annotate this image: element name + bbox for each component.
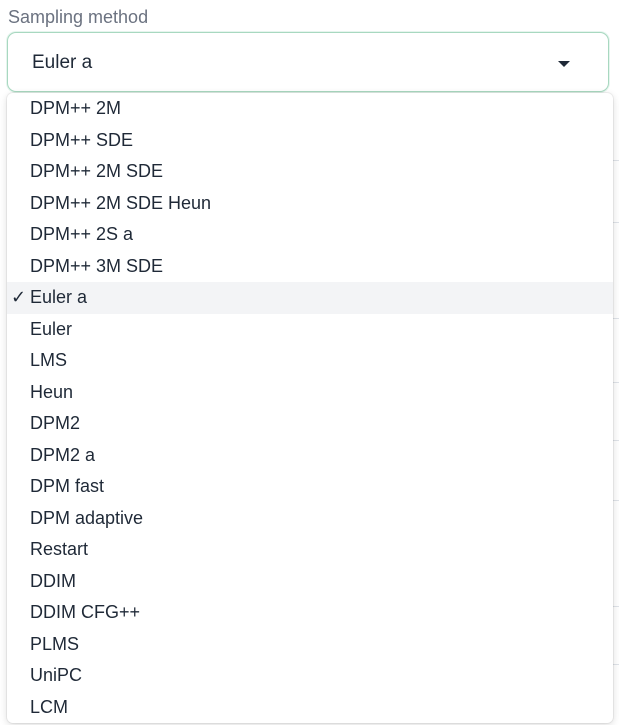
caret-down-icon[interactable]	[558, 61, 570, 67]
option-label: Euler	[30, 318, 73, 339]
selected-value: Euler a	[32, 52, 93, 73]
option-item[interactable]: DPM fast	[7, 471, 613, 503]
option-label: DPM++ 3M SDE	[30, 255, 164, 276]
option-label: LCM	[30, 696, 69, 717]
option-label: DPM2 a	[30, 444, 96, 465]
option-label: Heun	[30, 381, 74, 402]
option-item[interactable]: DPM adaptive	[7, 503, 613, 535]
sampler-settings-panel: Sampling method Euler a DPM++ 2M DPM++ SD…	[0, 0, 619, 725]
option-label: LMS	[30, 350, 68, 370]
sampling-method-dropdown[interactable]: DPM++ 2M DPM++ SDE DPM++ 2M SDE DPM++ 2M SD…	[7, 93, 613, 723]
option-item[interactable]: Restart	[7, 534, 613, 566]
option-label: DPM++ 2S a	[30, 224, 134, 244]
option-item[interactable]: DPM++ SDE	[7, 125, 613, 157]
option-label: DPM++ 2M SDE	[30, 161, 164, 181]
options-list: DPM++ 2M DPM++ SDE DPM++ 2M SDE DPM++ 2M SD…	[7, 93, 613, 723]
option-label: Euler a	[30, 287, 88, 307]
option-item[interactable]: LCM	[7, 692, 613, 724]
option-item[interactable]: DPM++ 2M SDE Heun	[7, 188, 613, 220]
option-item[interactable]: DPM++ 2S a	[7, 219, 613, 251]
sampling-method-select[interactable]: Euler a	[7, 32, 609, 92]
option-item[interactable]: DPM++ 3M SDE	[7, 251, 613, 283]
option-item[interactable]: DPM2	[7, 408, 613, 440]
option-label: DPM++ SDE	[30, 129, 134, 150]
option-item[interactable]: Heun	[7, 377, 613, 409]
checkmark-icon: ✓	[11, 287, 27, 308]
option-item[interactable]: UniPC	[7, 660, 613, 692]
option-item[interactable]: DPM++ 2M SDE	[7, 156, 613, 188]
option-item[interactable]: DDIM CFG++	[7, 597, 613, 629]
option-label: DPM++ 2M SDE Heun	[30, 192, 212, 213]
option-item[interactable]: DPM2 a	[7, 440, 613, 472]
option-item[interactable]: DDIM	[7, 566, 613, 598]
option-label: DPM++ 2M	[30, 98, 122, 118]
option-item[interactable]: ✓ Euler a	[7, 282, 613, 314]
sampling-method-label: Sampling method	[8, 7, 149, 27]
option-label: DPM fast	[30, 476, 105, 496]
option-label: UniPC	[30, 665, 83, 685]
option-item[interactable]: DPM++ 2M	[7, 93, 613, 125]
option-label: PLMS	[30, 633, 80, 654]
option-label: DPM adaptive	[30, 507, 144, 528]
option-label: DDIM CFG++	[30, 602, 141, 622]
option-label: DPM2	[30, 413, 81, 433]
option-item[interactable]: PLMS	[7, 629, 613, 661]
option-item[interactable]: LMS	[7, 345, 613, 377]
option-label: DDIM	[30, 570, 76, 591]
option-label: Restart	[30, 539, 89, 559]
option-item[interactable]: Euler	[7, 314, 613, 346]
